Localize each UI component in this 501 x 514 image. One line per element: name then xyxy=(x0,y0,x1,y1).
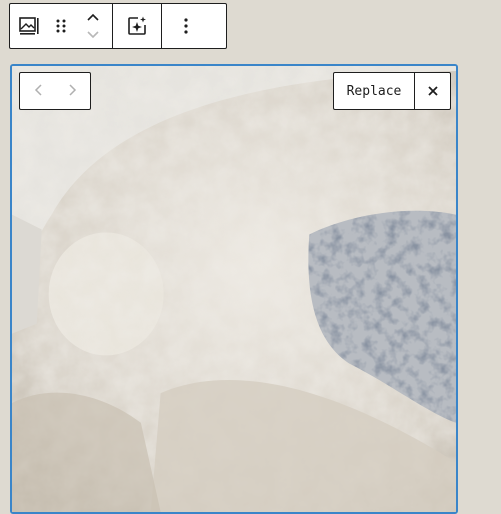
chevron-up-icon xyxy=(86,12,100,22)
ai-button[interactable] xyxy=(116,6,158,46)
previous-image-button[interactable] xyxy=(20,73,55,109)
block-mover xyxy=(77,6,109,46)
replace-button[interactable]: Replace xyxy=(334,73,415,109)
next-image-button[interactable] xyxy=(55,73,90,109)
ai-sparkle-icon xyxy=(126,15,148,37)
chevron-right-icon xyxy=(68,82,78,101)
media-controls: Replace xyxy=(333,72,451,110)
chevron-left-icon xyxy=(33,82,43,101)
move-up-button[interactable] xyxy=(77,8,109,26)
block-toolbar xyxy=(9,3,227,49)
image-caption-icon xyxy=(18,15,40,37)
block-toolbar-group-options xyxy=(162,4,210,48)
more-options-icon xyxy=(183,17,189,35)
block-type-button[interactable] xyxy=(13,6,45,46)
image-block[interactable]: Replace xyxy=(10,64,458,514)
gallery-navigation xyxy=(19,72,91,110)
drag-handle-button[interactable] xyxy=(45,6,77,46)
block-toolbar-group-parent xyxy=(10,4,113,48)
chevron-down-icon xyxy=(86,30,100,40)
drag-handle-icon xyxy=(54,17,68,35)
close-icon xyxy=(427,82,439,101)
sculpture-photo xyxy=(12,66,456,512)
block-toolbar-group-ai xyxy=(113,4,162,48)
remove-image-button[interactable] xyxy=(415,73,450,109)
move-down-button[interactable] xyxy=(77,26,109,44)
options-button[interactable] xyxy=(165,6,207,46)
